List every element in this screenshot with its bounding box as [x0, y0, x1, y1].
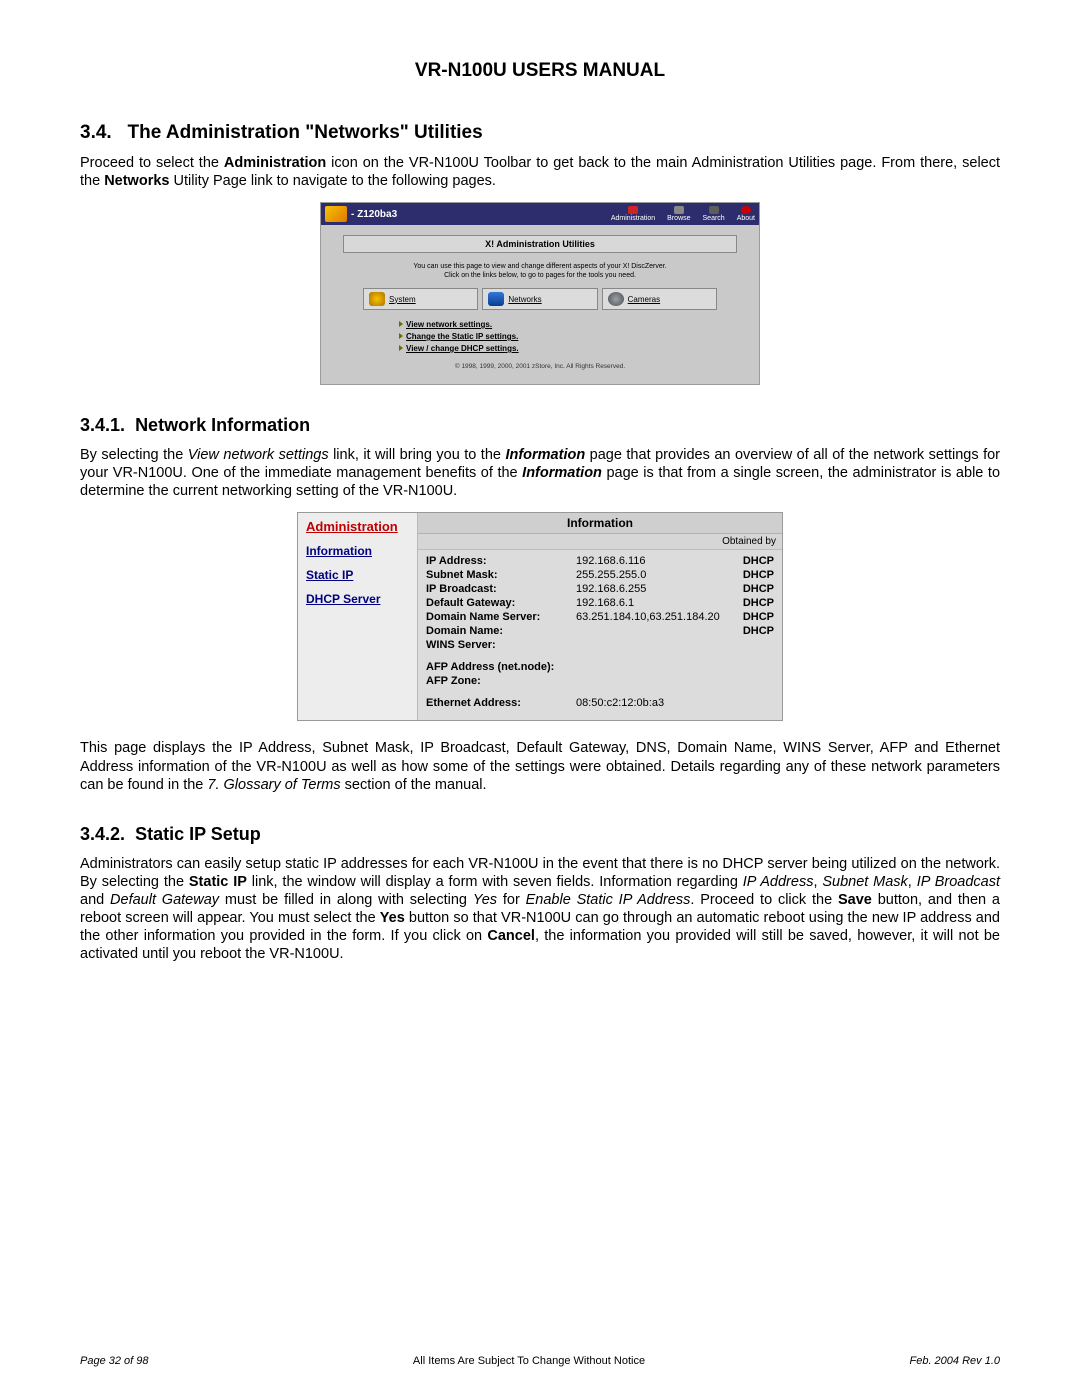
nav-about[interactable]: About	[737, 206, 755, 222]
table-row: AFP Zone:	[426, 674, 774, 688]
tab-system[interactable]: System	[363, 288, 478, 310]
section-341-para-2: This page displays the IP Address, Subne…	[80, 739, 1000, 793]
section-341-heading: 3.4.1. Network Information	[80, 415, 1000, 436]
admin-utilities-banner: X! Administration Utilities	[343, 235, 737, 253]
nav-administration[interactable]: Administration	[611, 206, 655, 222]
table-row: AFP Address (net.node):	[426, 660, 774, 674]
sidebar-administration[interactable]: Administration	[306, 519, 409, 534]
sidebar-static-ip[interactable]: Static IP	[306, 568, 409, 582]
table-row: Subnet Mask:255.255.255.0DHCP	[426, 568, 774, 582]
section-341-para-1: By selecting the View network settings l…	[80, 446, 1000, 500]
camera-icon	[608, 292, 624, 306]
gear-icon	[369, 292, 385, 306]
information-page-screenshot: Administration Information Static IP DHC…	[297, 512, 783, 721]
app-logo-icon	[325, 206, 347, 222]
section-342-heading: 3.4.2. Static IP Setup	[80, 824, 1000, 845]
nav-search[interactable]: Search	[703, 206, 725, 222]
sidebar-information[interactable]: Information	[306, 544, 409, 558]
nav-browse[interactable]: Browse	[667, 206, 690, 222]
footer-page-number: Page 32 of 98	[80, 1355, 149, 1367]
section-number: 3.4.1.	[80, 415, 125, 435]
network-info-table: IP Address:192.168.6.116DHCP Subnet Mask…	[418, 550, 782, 720]
tab-networks[interactable]: Networks	[482, 288, 597, 310]
section-number: 3.4.	[80, 122, 112, 143]
table-row: Ethernet Address:08:50:c2:12:0b:a3	[426, 696, 774, 710]
footer-disclaimer: All Items Are Subject To Change Without …	[149, 1355, 910, 1367]
footer-revision: Feb. 2004 Rev 1.0	[909, 1355, 1000, 1367]
page-footer: Page 32 of 98 All Items Are Subject To C…	[80, 1355, 1000, 1367]
app-title-bar: - Z120ba3 Administration Browse Search A…	[321, 203, 759, 225]
section-title: The Administration "Networks" Utilities	[128, 122, 483, 143]
network-icon	[488, 292, 504, 306]
table-row: Domain Name Server:63.251.184.10,63.251.…	[426, 610, 774, 624]
sidebar: Administration Information Static IP DHC…	[298, 513, 418, 720]
info-panel-title: Information	[418, 513, 782, 534]
section-34-para: Proceed to select the Administration ico…	[80, 154, 1000, 190]
table-row: Domain Name:DHCP	[426, 624, 774, 638]
link-view-change-dhcp[interactable]: View / change DHCP settings.	[399, 344, 759, 353]
section-title: Network Information	[135, 415, 310, 435]
table-row: IP Broadcast:192.168.6.255DHCP	[426, 582, 774, 596]
document-title: VR-N100U USERS MANUAL	[80, 60, 1000, 82]
link-view-network-settings[interactable]: View network settings.	[399, 320, 759, 329]
obtained-by-header: Obtained by	[418, 534, 782, 550]
admin-utilities-screenshot: - Z120ba3 Administration Browse Search A…	[320, 202, 760, 385]
hostname-label: - Z120ba3	[351, 209, 397, 220]
table-row: IP Address:192.168.6.116DHCP	[426, 554, 774, 568]
tab-cameras[interactable]: Cameras	[602, 288, 717, 310]
section-number: 3.4.2.	[80, 824, 125, 844]
admin-subtext: You can use this page to view and change…	[343, 263, 737, 280]
sidebar-dhcp-server[interactable]: DHCP Server	[306, 592, 409, 606]
table-row: WINS Server:	[426, 638, 774, 652]
section-34-heading: 3.4. The Administration "Networks" Utili…	[80, 122, 1000, 144]
table-row: Default Gateway:192.168.6.1DHCP	[426, 596, 774, 610]
section-title: Static IP Setup	[135, 824, 261, 844]
copyright-text: © 1998, 1999, 2000, 2001 zStore, Inc. Al…	[321, 363, 759, 370]
link-change-static-ip[interactable]: Change the Static IP settings.	[399, 332, 759, 341]
section-342-para: Administrators can easily setup static I…	[80, 855, 1000, 964]
